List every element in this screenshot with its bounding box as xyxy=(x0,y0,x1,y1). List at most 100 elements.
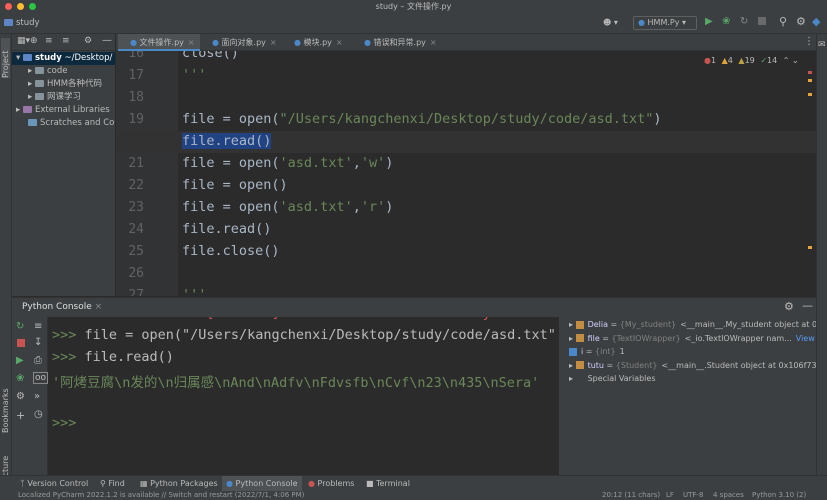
code-line[interactable]: file = open() xyxy=(182,177,288,193)
tab-python-console[interactable]: ● Python Console xyxy=(222,476,302,492)
tab-version-control[interactable]: ᛉ Version Control xyxy=(20,476,88,492)
close-tab-icon[interactable]: × xyxy=(336,38,343,47)
code-line[interactable]: file.close() xyxy=(182,243,280,259)
interpreter[interactable]: Python 3.10 (2) xyxy=(752,491,806,500)
project-tool-tab[interactable]: Project xyxy=(1,38,10,78)
options-gear-icon[interactable]: ⚙ xyxy=(84,36,92,46)
variable-row[interactable]: i = {int} 1 xyxy=(559,345,625,358)
stop-console-button[interactable] xyxy=(17,339,25,347)
collapse-all-icon[interactable]: ≡ xyxy=(62,36,70,46)
hide-panel-icon[interactable]: — xyxy=(102,35,112,46)
variable-type-icon xyxy=(569,347,577,356)
variable-row[interactable]: ▸ Special Variables xyxy=(559,372,656,385)
soft-wrap-icon[interactable]: ≡ xyxy=(34,321,42,332)
update-notification[interactable]: Localized PyCharm 2022.1.2 is available … xyxy=(18,491,304,500)
clock-icon[interactable]: ◷ xyxy=(34,409,43,420)
code-line[interactable]: ''' xyxy=(182,287,206,296)
expand-all-icon[interactable]: ≡ xyxy=(45,36,53,46)
view-link[interactable]: View xyxy=(796,334,815,343)
code-line[interactable]: file = open("/Users/kangchenxi/Desktop/s… xyxy=(182,111,662,127)
new-console-icon[interactable]: + xyxy=(16,409,25,422)
tab-oop[interactable]: ● 面向对象.py × xyxy=(200,34,282,51)
scroll-to-end-icon[interactable]: ↧ xyxy=(34,337,42,348)
more-tabs-icon[interactable]: ⋮ xyxy=(804,36,814,47)
indent-setting[interactable]: 4 spaces xyxy=(713,491,744,500)
user-menu[interactable]: ☻ ▾ xyxy=(603,18,618,27)
locate-icon[interactable]: ⊕ xyxy=(30,36,38,46)
code-editor[interactable]: 161718192021222324252627 close()'''file … xyxy=(116,51,816,296)
plugin-logo-icon[interactable]: ◆ xyxy=(812,15,820,28)
error-icon: ● xyxy=(704,56,711,65)
search-icon[interactable]: ⚲ xyxy=(779,15,787,28)
debug-button[interactable]: ❀ xyxy=(722,16,730,27)
history-icon[interactable]: » xyxy=(34,391,40,402)
next-highlight-icon[interactable]: ⌄ xyxy=(792,56,799,65)
left-tool-strip: Project Bookmarks Structure xyxy=(0,34,12,493)
execute-icon[interactable]: ▶ xyxy=(16,355,24,366)
close-tab-icon[interactable]: × xyxy=(270,38,277,47)
console-tab[interactable]: Python Console × xyxy=(22,302,102,312)
hide-console-icon[interactable]: — xyxy=(802,299,813,312)
folder-icon xyxy=(4,19,13,26)
line-number: 26 xyxy=(128,266,144,281)
code-line[interactable]: file = open('asd.txt','w') xyxy=(182,155,393,171)
python-console-output[interactable]: FileNotFoundError: [Errno 2] No such fil… xyxy=(48,317,558,475)
tree-item-scratches[interactable]: Scratches and Consoles xyxy=(28,117,115,130)
warning-stripe-mark[interactable] xyxy=(808,246,812,249)
tree-item-external-libraries[interactable]: ▸ External Libraries xyxy=(16,104,110,117)
print-icon[interactable]: ⎙ xyxy=(34,355,42,366)
bookmarks-tool-tab[interactable]: Bookmarks xyxy=(1,388,10,433)
tab-terminal[interactable]: ■ Terminal xyxy=(366,476,410,492)
console-line: >>> file = open("/Users/kangchenxi/Deskt… xyxy=(52,327,558,343)
console-settings-gear-icon[interactable]: ⚙ xyxy=(784,300,794,313)
line-number: 22 xyxy=(128,178,144,193)
warning-stripe-mark[interactable] xyxy=(808,93,812,96)
stop-button[interactable] xyxy=(758,17,766,25)
right-tool-strip: ✉ xyxy=(816,34,827,475)
code-line[interactable]: file.read() xyxy=(182,221,271,237)
tree-item-code[interactable]: ▸ code xyxy=(28,65,67,78)
run-config-select[interactable]: ● HMM.Py ▾ xyxy=(633,16,697,30)
show-variables-icon[interactable]: oo xyxy=(33,372,49,384)
variable-row[interactable]: ▸ file = {TextIOWrapper} <_io.TextIOWrapp… xyxy=(559,332,815,345)
tree-item-course[interactable]: ▸ 网课学习 xyxy=(28,91,81,104)
code-token: file = open( xyxy=(182,199,280,215)
inspection-widget[interactable]: ●1 ▲4 ▲19 ✓14 ⌃ ⌄ xyxy=(704,56,799,65)
file-encoding[interactable]: UTF-8 xyxy=(683,491,703,500)
console-text: '阿烤豆腐\n发的\n归属感\nAnd\nAdfv\nFdvsfb\nCvf\n… xyxy=(52,375,540,391)
close-tab-icon[interactable]: × xyxy=(430,38,437,47)
rerun-icon[interactable]: ↻ xyxy=(16,321,24,332)
code-line[interactable]: file = open('asd.txt','r') xyxy=(182,199,393,215)
line-number: 25 xyxy=(128,244,144,259)
tab-modules[interactable]: ● 模块.py × xyxy=(282,34,352,51)
tab-python-packages[interactable]: ▦ Python Packages xyxy=(140,476,218,492)
code-line[interactable]: ''' xyxy=(182,67,206,83)
layout-icon[interactable]: ▦▾ xyxy=(17,36,30,46)
line-separator[interactable]: LF xyxy=(666,491,674,500)
tab-find[interactable]: ⚲ Find xyxy=(100,476,125,492)
variable-row[interactable]: ▸ tutu = {Student} <__main__.Student obje… xyxy=(559,359,816,372)
close-console-icon[interactable]: × xyxy=(95,302,103,312)
caret-position[interactable]: 20:12 (11 chars) xyxy=(602,491,660,500)
debug-console-icon[interactable]: ❀ xyxy=(16,373,24,384)
console-prompt: >>> xyxy=(52,327,77,343)
tab-file-ops[interactable]: ● 文件操作.py × xyxy=(118,34,200,51)
console-settings-icon[interactable]: ⚙ xyxy=(16,391,25,402)
code-line[interactable]: close() xyxy=(182,51,239,61)
close-tab-icon[interactable]: × xyxy=(188,38,195,47)
error-stripe-mark[interactable] xyxy=(808,71,812,74)
tab-errors[interactable]: ● 错误和异常.py × xyxy=(352,34,444,51)
tree-item-root[interactable]: ▾ study ~/Desktop/ xyxy=(12,52,115,65)
variable-row[interactable]: ▸ Delia = {My_student} <__main__.My_stude… xyxy=(559,318,816,331)
prev-highlight-icon[interactable]: ⌃ xyxy=(783,56,790,65)
tab-problems[interactable]: ● Problems xyxy=(308,476,354,492)
tree-item-hmm[interactable]: ▸ HMM各种代码 xyxy=(28,78,102,91)
settings-gear-icon[interactable]: ⚙ xyxy=(796,15,806,28)
run-button[interactable]: ▶ xyxy=(705,16,713,27)
warning-stripe-mark[interactable] xyxy=(808,79,812,82)
code-line[interactable]: file.read() xyxy=(182,133,272,149)
notifications-bell-icon[interactable]: ✉ xyxy=(818,40,826,50)
status-bar: Localized PyCharm 2022.1.2 is available … xyxy=(0,491,827,500)
coverage-button[interactable]: ↻ xyxy=(740,16,748,27)
project-breadcrumb[interactable]: study xyxy=(4,18,40,28)
